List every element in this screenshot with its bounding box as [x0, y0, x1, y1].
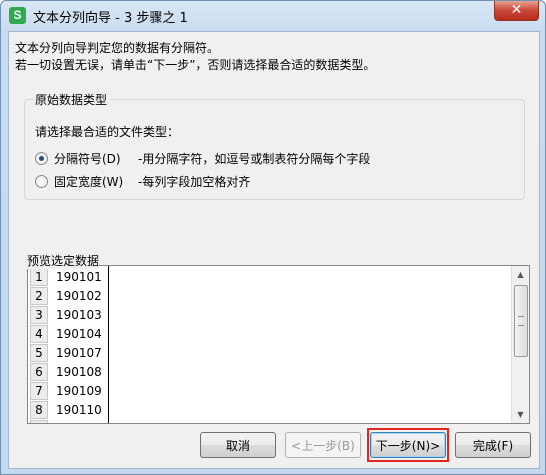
row-number: 3	[30, 305, 48, 324]
row-value: 190109	[56, 383, 102, 398]
preview-row: 8 190110	[28, 400, 102, 419]
title-bar[interactable]: S 文本分列向导 - 3 步骤之 1 ✕	[1, 1, 545, 31]
radio-button-checked[interactable]	[35, 152, 48, 165]
row-number: 7	[30, 381, 48, 400]
column-divider	[108, 266, 109, 423]
original-data-type-group: 原始数据类型 请选择最合适的文件类型： 分隔符号(D) -用分隔字符，如逗号或制…	[24, 91, 525, 200]
preview-row: 1 190101	[28, 267, 102, 286]
row-value: 190110	[56, 402, 102, 417]
row-number: 2	[30, 286, 48, 305]
dialog-body: 文本分列向导判定您的数据有分隔符。 若一切设置无误，请单击“下一步”，否则请选择…	[8, 31, 540, 469]
row-number: 4	[30, 324, 48, 343]
radio-fixed-width-description: -每列字段加空格对齐	[138, 175, 251, 189]
finish-button[interactable]: 完成(F)	[455, 432, 531, 458]
preview-row: 3 190103	[28, 305, 102, 324]
back-button[interactable]: <上一步(B)	[285, 432, 361, 458]
intro-line-2: 若一切设置无误，请单击“下一步”，否则请选择最合适的数据类型。	[15, 58, 376, 72]
preview-row: 6 190108	[28, 362, 102, 381]
row-value: 190101	[56, 269, 102, 284]
radio-delimited-label[interactable]: 分隔符号(D)	[54, 150, 132, 167]
close-icon: ✕	[510, 2, 523, 18]
radio-button-unchecked[interactable]	[35, 175, 48, 188]
intro-line-1: 文本分列向导判定您的数据有分隔符。	[15, 41, 220, 55]
row-value: 190107	[56, 345, 102, 360]
close-button[interactable]: ✕	[494, 1, 539, 21]
scroll-up-icon[interactable]: ▲	[512, 266, 529, 283]
preview-row: 9 190111	[28, 419, 102, 424]
radio-fixed-width-label[interactable]: 固定宽度(W)	[54, 173, 132, 190]
file-type-prompt: 请选择最合适的文件类型：	[35, 125, 180, 139]
row-value: 190104	[56, 326, 102, 341]
row-value: 190103	[56, 307, 102, 322]
row-number: 5	[30, 343, 48, 362]
preview-row: 2 190102	[28, 286, 102, 305]
scrollbar-thumb[interactable]	[514, 285, 528, 357]
row-number: 6	[30, 362, 48, 381]
vertical-scrollbar[interactable]: ▲ ▼	[511, 266, 529, 423]
preview-row: 5 190107	[28, 343, 102, 362]
grip-icon	[518, 316, 524, 326]
scroll-down-icon[interactable]: ▼	[512, 406, 529, 423]
radio-delimited[interactable]: 分隔符号(D) -用分隔字符，如逗号或制表符分隔每个字段	[35, 150, 370, 167]
radio-delimited-description: -用分隔字符，如逗号或制表符分隔每个字段	[138, 152, 371, 166]
row-value: 190102	[56, 288, 102, 303]
intro-text: 文本分列向导判定您的数据有分隔符。 若一切设置无误，请单击“下一步”，否则请选择…	[15, 40, 375, 74]
text-to-columns-dialog: S 文本分列向导 - 3 步骤之 1 ✕ 文本分列向导判定您的数据有分隔符。 若…	[0, 0, 546, 475]
cancel-button[interactable]: 取消	[200, 432, 276, 458]
group-legend: 原始数据类型	[33, 91, 110, 108]
preview-label: 预览选定数据	[27, 252, 100, 269]
row-number: 9	[30, 419, 48, 423]
row-value: 190111	[56, 422, 102, 424]
window-title: 文本分列向导 - 3 步骤之 1	[33, 11, 188, 26]
preview-row: 4 190104	[28, 324, 102, 343]
radio-fixed-width[interactable]: 固定宽度(W) -每列字段加空格对齐	[35, 173, 250, 190]
next-button-highlight	[367, 428, 449, 462]
row-number: 1	[30, 267, 48, 286]
row-number: 8	[30, 400, 48, 419]
row-value: 190108	[56, 364, 102, 379]
data-preview-pane[interactable]: 1 190101 2 190102 3 190103 4 190104 5 19…	[27, 265, 530, 424]
preview-row: 7 190109	[28, 381, 102, 400]
wps-spreadsheet-icon: S	[9, 7, 26, 24]
